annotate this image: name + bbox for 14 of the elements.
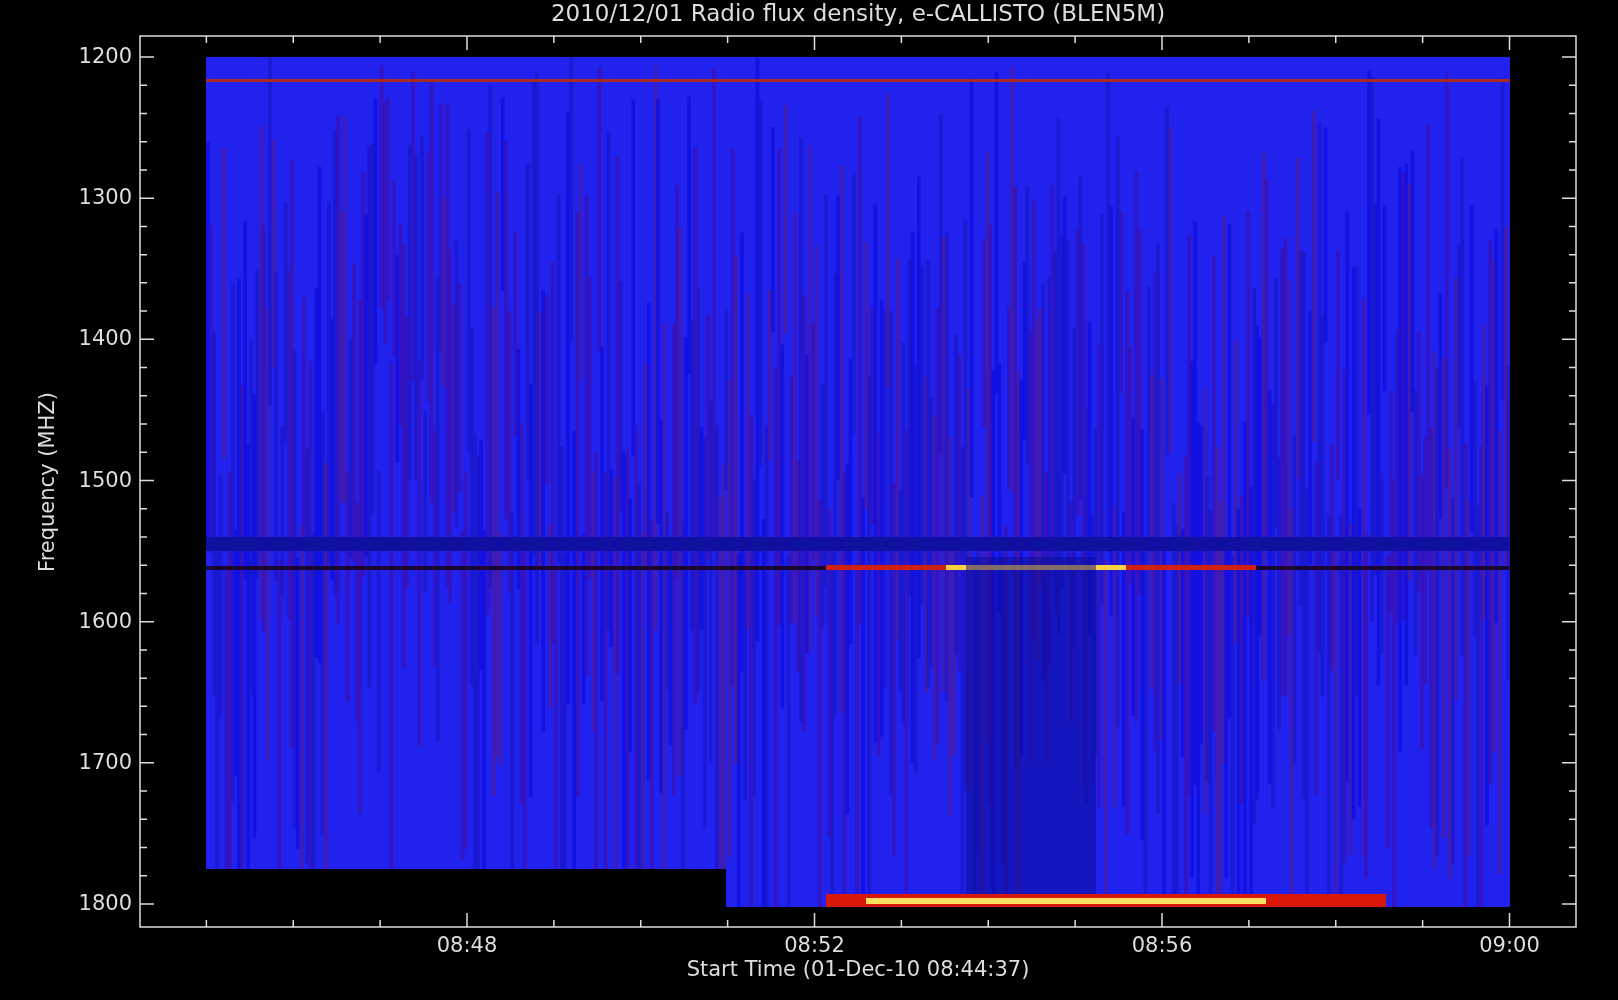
y-tick-label: 1300 [77, 185, 132, 210]
y-tick-label: 1800 [77, 891, 132, 915]
x-tick-label: 08:56 [1130, 933, 1194, 957]
y-axis-label: Frequency (MHZ) [35, 392, 59, 572]
y-tick-label: 1500 [77, 467, 132, 492]
x-axis-label: Start Time (01-Dec-10 08:44:37) [685, 957, 1031, 981]
x-tick-label: 08:48 [435, 933, 499, 957]
y-tick-label: 1200 [77, 44, 132, 68]
chart-title: 2010/12/01 Radio flux density, e-CALLISTO (BLEN5M) [549, 0, 1167, 26]
x-tick-label: 08:52 [783, 933, 846, 957]
y-tick-label: 1400 [77, 326, 132, 351]
y-tick-label: 1700 [77, 749, 132, 774]
y-tick-label: 1600 [77, 608, 132, 633]
x-tick-label: 09:00 [1478, 933, 1541, 957]
